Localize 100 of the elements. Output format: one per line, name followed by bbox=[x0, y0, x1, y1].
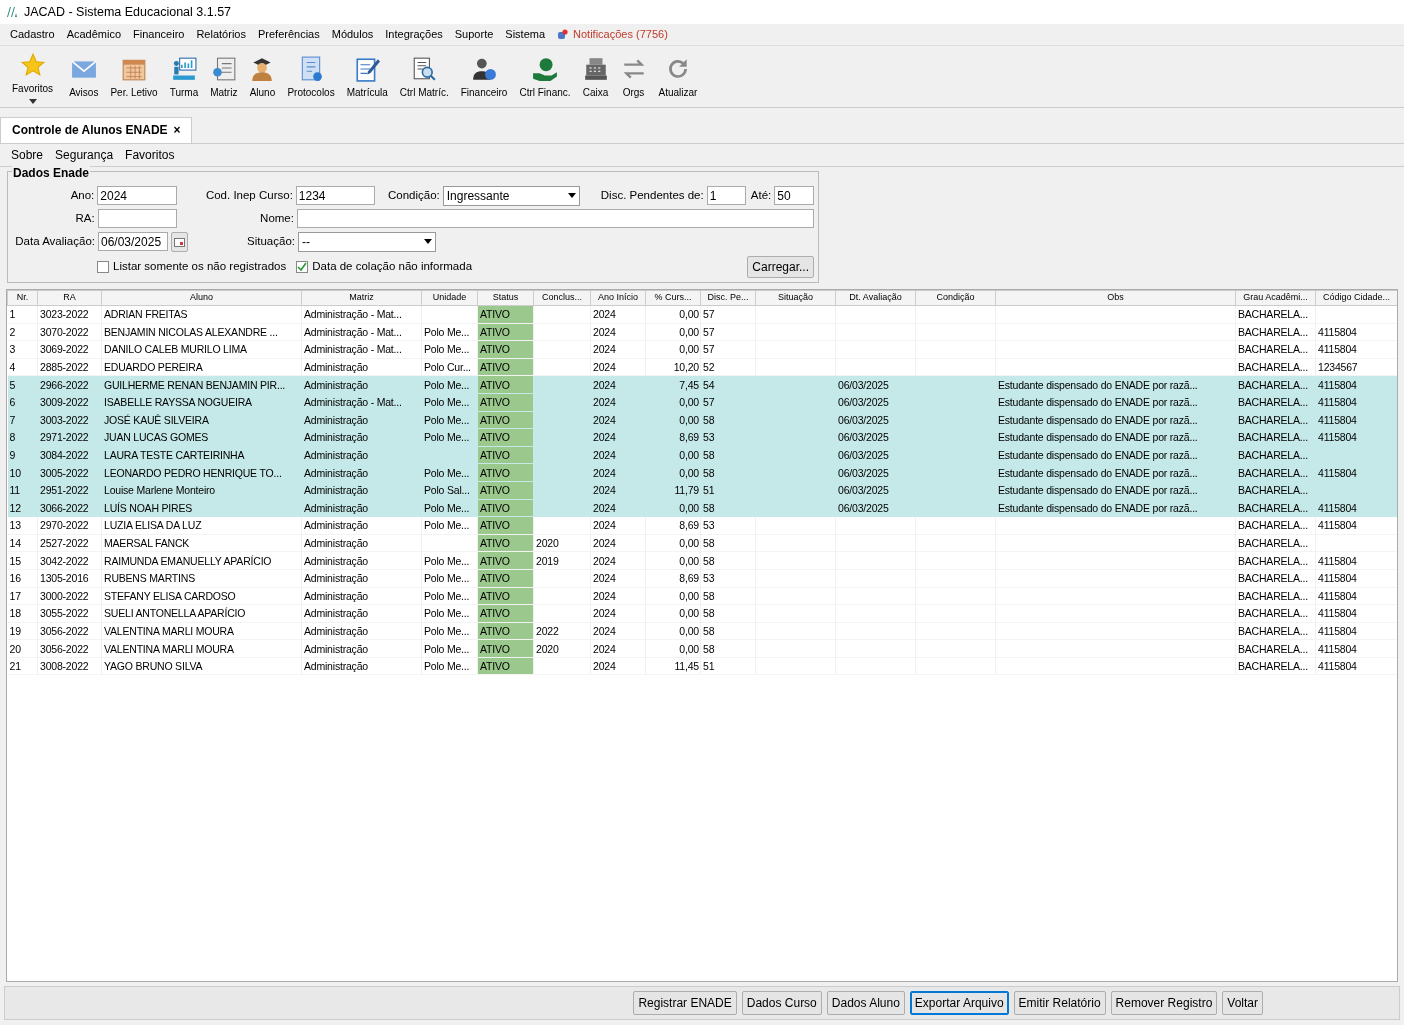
checkbox[interactable] bbox=[296, 260, 309, 273]
column-header[interactable]: Status bbox=[477, 290, 534, 306]
table-cell: 4 bbox=[9, 361, 16, 374]
column-header[interactable]: Nr. bbox=[7, 290, 38, 306]
menu-item[interactable]: Integrações bbox=[385, 26, 443, 43]
table-cell: 3000-2022 bbox=[40, 589, 89, 602]
toolbar-button[interactable]: Matrícula bbox=[340, 56, 394, 100]
toolbar-button[interactable]: Protocolos bbox=[281, 56, 341, 100]
toolbar-button[interactable]: Ctrl Matríc. bbox=[393, 56, 455, 100]
table-cell: 2024 bbox=[593, 343, 616, 356]
action-button[interactable]: Dados Curso bbox=[741, 991, 822, 1015]
toolbar-button[interactable]: Atualizar bbox=[652, 56, 704, 100]
toolbar-button[interactable]: Turma bbox=[163, 56, 205, 100]
input-field[interactable]: 06/03/2025 bbox=[98, 232, 168, 251]
column-header[interactable]: Obs bbox=[995, 290, 1236, 306]
table-cell: Polo Me... bbox=[424, 554, 470, 567]
field-label: Data Avaliação: bbox=[14, 233, 95, 249]
menu-item[interactable]: Módulos bbox=[331, 26, 374, 43]
table-row[interactable]: 4 2885-2022 EDUARDO PEREIRA Administração Polo Cur... ATIVO 2024 10,20 52 BACHARELA... 1234567 bbox=[7, 358, 1397, 376]
load-button[interactable]: Carregar... bbox=[747, 255, 814, 278]
input-field[interactable] bbox=[296, 209, 814, 228]
action-button[interactable]: Exportar Arquivo bbox=[909, 991, 1009, 1015]
toolbar-button[interactable]: Avisos bbox=[63, 56, 105, 100]
column-header[interactable]: % Curs... bbox=[645, 290, 701, 306]
checkbox[interactable] bbox=[97, 260, 109, 273]
table-cell: 13 bbox=[9, 519, 21, 532]
menu-item[interactable]: Segurança bbox=[55, 146, 114, 164]
table-row[interactable]: 9 3084-2022 LAURA TESTE CARTEIRINHA Administração ATIVO 2024 0,00 58 06/03/2025 Estudante dispensado do ENADE por razã... BACHARELA... bbox=[7, 446, 1397, 464]
input-field[interactable]: 1 bbox=[706, 186, 747, 205]
column-header[interactable]: Condição bbox=[915, 290, 996, 306]
table-row[interactable]: 18 3055-2022 SUELI ANTONELLA APARÍCIO Administração Polo Me... ATIVO 2024 0,00 58 BACHARELA... 4115804 bbox=[7, 604, 1397, 623]
table-row[interactable]: 19 3056-2022 VALENTINA MARLI MOURA Administração Polo Me... ATIVO 2022 2024 0,00 58 BACHARELA... 4115804 bbox=[7, 622, 1397, 640]
action-button[interactable]: Remover Registro bbox=[1110, 991, 1218, 1015]
toolbar-button[interactable]: Orgs bbox=[614, 56, 653, 100]
input-field[interactable] bbox=[97, 209, 178, 228]
table-row[interactable]: 1 3023-2022 ADRIAN FREITAS Administração - Mat... ATIVO 2024 0,00 57 BACHARELA... bbox=[7, 305, 1397, 324]
column-header[interactable]: Matriz bbox=[301, 290, 422, 306]
table-cell: VALENTINA MARLI MOURA bbox=[104, 642, 234, 655]
menu-item[interactable]: Sobre bbox=[11, 146, 44, 164]
table-cell: Polo Me... bbox=[424, 466, 470, 479]
menu-item[interactable]: Sistema bbox=[505, 26, 546, 43]
toolbar-button[interactable]: Caixa bbox=[576, 56, 615, 100]
menu-item[interactable]: Favoritos bbox=[125, 146, 175, 164]
table-row[interactable]: 12 3066-2022 LUÍS NOAH PIRES Administração Polo Me... ATIVO 2024 0,00 58 06/03/2025 Estudante dispensado do ENADE por razã... BACHARELA... 4115804 bbox=[7, 499, 1397, 517]
table-row[interactable]: 15 3042-2022 RAIMUNDA EMANUELLY APARÍCIO Administração Polo Me... ATIVO 2019 2024 0,00 58 BACHARELA... 4115804 bbox=[7, 551, 1397, 570]
table-row[interactable]: 16 1305-2016 RUBENS MARTINS Administração Polo Me... ATIVO 2024 8,69 53 BACHARELA... 4115804 bbox=[7, 569, 1397, 587]
column-header[interactable]: Aluno bbox=[101, 290, 302, 306]
column-header[interactable]: Grau Acadêmi... bbox=[1235, 290, 1316, 306]
column-header[interactable]: Unidade bbox=[421, 290, 478, 306]
toolbar-button[interactable]: Ctrl Financ. bbox=[513, 56, 577, 100]
table-row[interactable]: 10 3005-2022 LEONARDO PEDRO HENRIQUE TO... Administração Polo Me... ATIVO 2024 0,00 58 06/03/2025 Estudante dispensado do ENADE por razã... BACHARELA... 4115804 bbox=[7, 463, 1397, 482]
table-cell: 4115804 bbox=[1318, 501, 1357, 514]
document-icon bbox=[210, 56, 237, 82]
table-cell: RAIMUNDA EMANUELLY APARÍCIO bbox=[104, 554, 272, 567]
table-row[interactable]: 8 2971-2022 JUAN LUCAS GOMES Administração Polo Me... ATIVO 2024 8,69 53 06/03/2025 Estudante dispensado do ENADE por razã... BACHARELA... 4115804 bbox=[7, 428, 1397, 447]
menu-item[interactable]: Acadêmico bbox=[66, 26, 122, 43]
table-row[interactable]: 13 2970-2022 LUZIA ELISA DA LUZ Administração Polo Me... ATIVO 2024 8,69 53 BACHARELA... 4115804 bbox=[7, 516, 1397, 535]
toolbar-button[interactable]: Financeiro bbox=[454, 56, 514, 100]
menu-item[interactable]: Financeiro bbox=[133, 26, 185, 43]
menu-item[interactable]: Cadastro bbox=[10, 26, 55, 43]
toolbar-button[interactable]: Matriz bbox=[204, 56, 244, 100]
action-button[interactable]: Voltar bbox=[1222, 991, 1263, 1015]
table-row[interactable]: 14 2527-2022 MAERSAL FANCK Administração ATIVO 2020 2024 0,00 58 BACHARELA... bbox=[7, 534, 1397, 552]
toolbar-button[interactable]: Favoritos bbox=[6, 52, 60, 104]
input-field[interactable]: 2024 bbox=[97, 186, 177, 205]
table-row[interactable]: 3 3069-2022 DANILO CALEB MURILO LIMA Administração - Mat... Polo Me... ATIVO 2024 0,00 57 BACHARELA... 4115804 bbox=[7, 340, 1397, 359]
table-row[interactable]: 2 3070-2022 BENJAMIN NICOLAS ALEXANDRE ... Administração - Mat... Polo Me... ATIVO 2024 0,00 57 BACHARELA... 4115804 bbox=[7, 323, 1397, 341]
menu-item[interactable]: Relatórios bbox=[196, 26, 246, 43]
toolbar-button[interactable]: Aluno bbox=[243, 56, 282, 100]
table-row[interactable]: 7 3003-2022 JOSÉ KAUÊ SILVEIRA Administração Polo Me... ATIVO 2024 0,00 58 06/03/2025 Estudante dispensado do ENADE por razã... BACHARELA... 4115804 bbox=[7, 411, 1397, 429]
column-header[interactable]: RA bbox=[37, 290, 102, 306]
menu-item[interactable]: Preferências bbox=[257, 26, 320, 43]
input-field[interactable]: 1234 bbox=[295, 186, 376, 205]
menu-item[interactable]: Suporte bbox=[454, 26, 494, 43]
column-header[interactable]: Disc. Pe... bbox=[700, 290, 756, 306]
action-button[interactable]: Emitir Relatório bbox=[1013, 991, 1106, 1015]
column-header[interactable]: Situação bbox=[755, 290, 836, 306]
table-row[interactable]: 11 2951-2022 Louise Marlene Monteiro Administração Polo Sal... ATIVO 2024 11,79 51 06/03/2025 Estudante dispensado do ENADE por razã... BACHARELA... bbox=[7, 481, 1397, 500]
action-button[interactable]: Dados Aluno bbox=[826, 991, 905, 1015]
dropdown[interactable]: -- bbox=[298, 231, 436, 252]
table-row[interactable]: 17 3000-2022 STEFANY ELISA CARDOSO Administração Polo Me... ATIVO 2024 0,00 58 BACHARELA... 4115804 bbox=[7, 587, 1397, 605]
column-header[interactable]: Dt. Avaliação bbox=[835, 290, 916, 306]
table-cell: 2024 bbox=[593, 660, 616, 673]
toolbar-button[interactable]: Per. Letivo bbox=[104, 56, 164, 100]
column-header[interactable]: Ano Início bbox=[590, 290, 646, 306]
column-header[interactable]: Conclus... bbox=[533, 290, 591, 306]
dropdown[interactable]: Ingressante bbox=[442, 185, 580, 206]
table-cell: BACHARELA... bbox=[1238, 413, 1308, 426]
calendar-button[interactable] bbox=[171, 231, 188, 252]
document-tab[interactable]: Controle de Alunos ENADE × bbox=[0, 117, 192, 143]
table-row[interactable]: 20 3056-2022 VALENTINA MARLI MOURA Administração Polo Me... ATIVO 2020 2024 0,00 58 BACHARELA... 4115804 bbox=[7, 639, 1397, 658]
table-row[interactable]: 6 3009-2022 ISABELLE RAYSSA NOGUEIRA Administração - Mat... Polo Me... ATIVO 2024 0,00 57 06/03/2025 Estudante dispensado do ENADE por razã... BACHARELA... 4115804 bbox=[7, 393, 1397, 412]
input-field[interactable]: 50 bbox=[774, 186, 814, 205]
close-button[interactable]: × bbox=[173, 121, 181, 139]
table-cell: RUBENS MARTINS bbox=[104, 572, 195, 585]
action-button[interactable]: Registrar ENADE bbox=[633, 991, 737, 1015]
table-row[interactable]: 21 3008-2022 YAGO BRUNO SILVA Administração Polo Me... ATIVO 2024 11,45 51 BACHARELA... 4115804 bbox=[7, 657, 1397, 675]
table-row[interactable]: 5 2966-2022 GUILHERME RENAN BENJAMIN PIR... Administração Polo Me... ATIVO 2024 7,45 54 06/03/2025 Estudante dispensado do ENADE por razã... BACHARELA... 4115804 bbox=[7, 375, 1397, 394]
notifications-link[interactable]: Notificações (7756) bbox=[573, 26, 668, 43]
column-header[interactable]: Código Cidade... bbox=[1315, 290, 1397, 306]
